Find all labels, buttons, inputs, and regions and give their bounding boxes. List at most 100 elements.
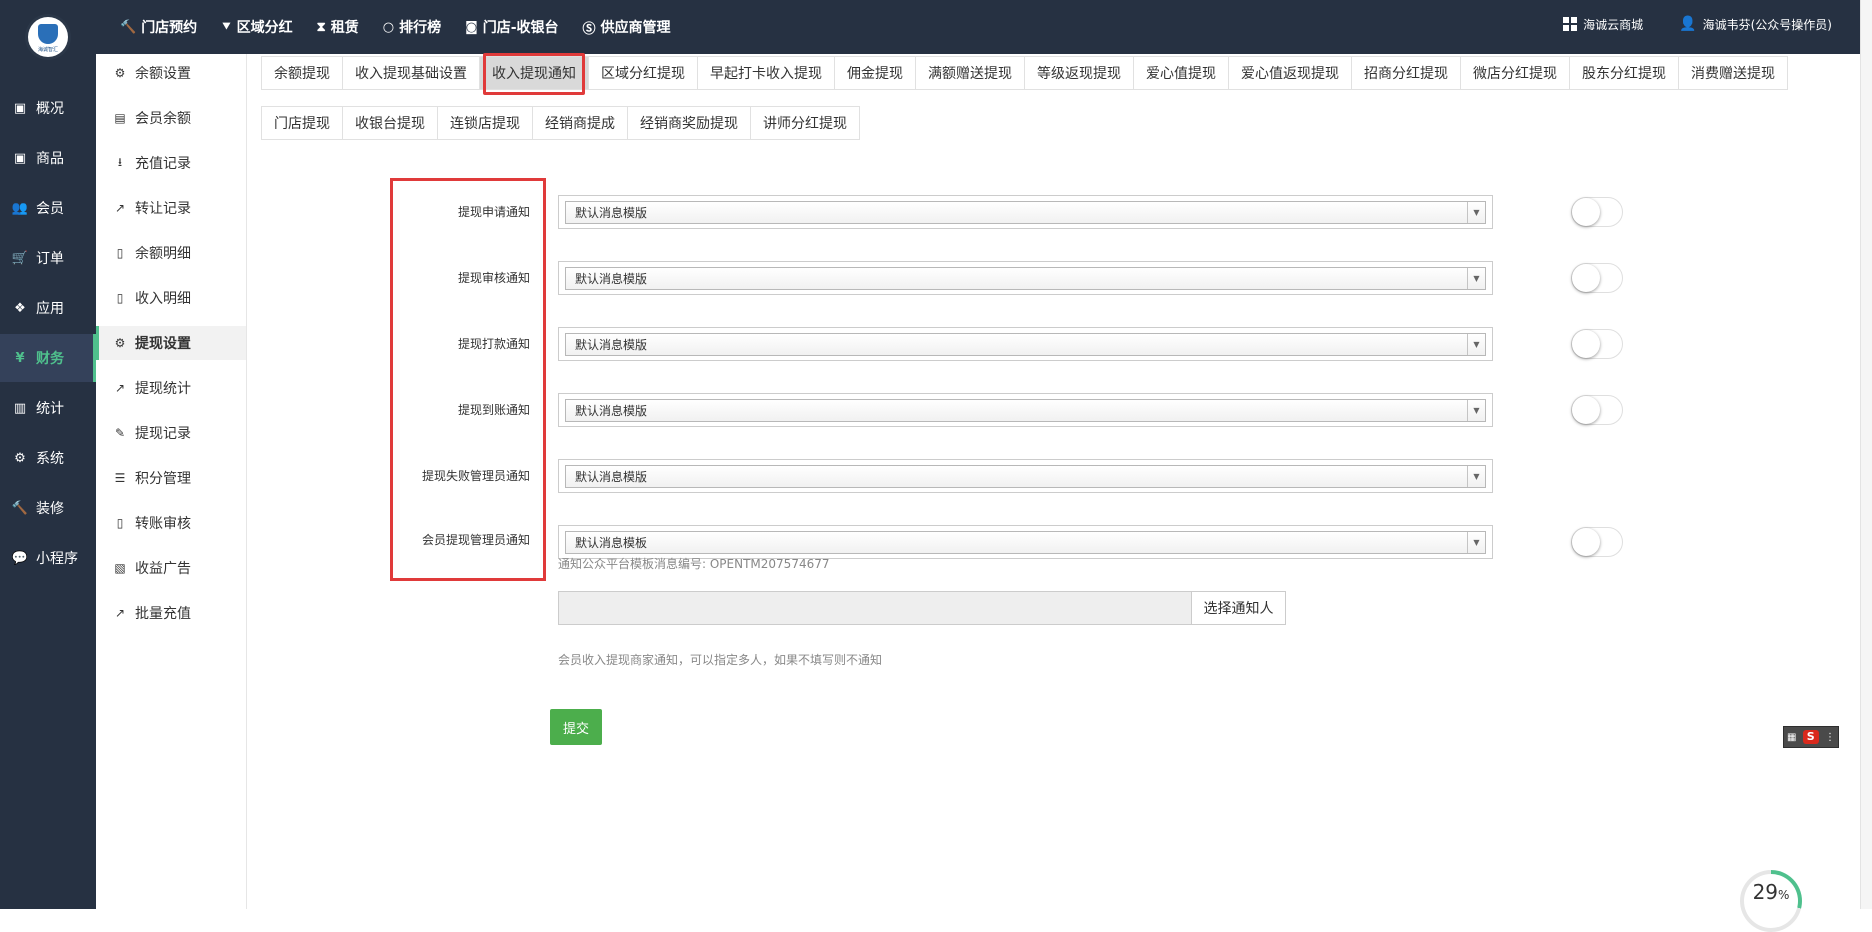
main-nav-label: 财务 bbox=[36, 351, 64, 367]
sub-nav-item[interactable]: ▯ 转账审核 bbox=[96, 506, 246, 540]
sub-nav-item[interactable]: ☰ 积分管理 bbox=[96, 461, 246, 495]
tab-item[interactable]: 早起打卡收入提现 bbox=[697, 56, 834, 90]
sub-nav-item[interactable]: ▧ 收益广告 bbox=[96, 551, 246, 585]
sub-nav-item[interactable]: ↗ 批量充值 bbox=[96, 596, 246, 630]
notifier-input[interactable] bbox=[558, 591, 1192, 625]
main-nav-item[interactable]: ⚙ 系统 bbox=[0, 434, 96, 482]
template-select-value: 默认消息模版 ▼ bbox=[565, 267, 1486, 290]
template-select[interactable]: 默认消息模版 ▼ bbox=[558, 195, 1493, 229]
template-select-value: 默认消息模版 ▼ bbox=[565, 333, 1486, 356]
active-tab-highlight bbox=[483, 53, 585, 95]
chevron-down-icon: ▼ bbox=[1467, 466, 1485, 487]
sub-nav-label: 提现统计 bbox=[135, 381, 191, 397]
user-label: 海诚韦芬(公众号操作员) bbox=[1702, 17, 1832, 32]
top-nav-item[interactable]: ○ 排行榜 bbox=[383, 17, 441, 37]
tab-item[interactable]: 经销商提成 bbox=[532, 106, 627, 140]
sub-nav-item[interactable]: ⚙ 提现设置 bbox=[96, 326, 246, 360]
template-select[interactable]: 默认消息模版 ▼ bbox=[558, 393, 1493, 427]
main-nav-item[interactable]: ▣ 商品 bbox=[0, 134, 96, 182]
gear-icon: ⚙ bbox=[114, 66, 126, 80]
line-chart-icon: ↗ bbox=[114, 606, 126, 620]
main-nav-item[interactable]: ¥ 财务 bbox=[0, 334, 96, 382]
tab-item[interactable]: 爱心值提现 bbox=[1133, 56, 1228, 90]
tab-item[interactable]: 余额提现 bbox=[261, 56, 342, 90]
tab-item[interactable]: 股东分红提现 bbox=[1569, 56, 1678, 90]
main-nav-item[interactable]: 👥 会员 bbox=[0, 184, 96, 232]
main-nav-item[interactable]: 💬 小程序 bbox=[0, 534, 96, 582]
tab-item[interactable]: 消费赠送提现 bbox=[1678, 56, 1788, 90]
main-nav-item[interactable]: ▣ 概况 bbox=[0, 84, 96, 132]
notification-toggle[interactable] bbox=[1571, 527, 1623, 557]
top-nav-label: 门店-收银台 bbox=[482, 20, 559, 36]
tab-item[interactable]: 等级返现提现 bbox=[1024, 56, 1133, 90]
shop-link[interactable]: 海诚云商城 bbox=[1563, 16, 1643, 33]
main-nav-label: 商品 bbox=[36, 151, 64, 167]
template-select-text: 默认消息模版 bbox=[575, 470, 648, 484]
sub-nav-item[interactable]: ↗ 转让记录 bbox=[96, 191, 246, 225]
sub-nav-item[interactable]: ✎ 提现记录 bbox=[96, 416, 246, 450]
select-notifier-button[interactable]: 选择通知人 bbox=[1191, 591, 1286, 625]
template-select[interactable]: 默认消息模板 ▼ bbox=[558, 525, 1493, 559]
database-icon: ☰ bbox=[114, 471, 126, 485]
tab-item[interactable]: 经销商奖励提现 bbox=[627, 106, 750, 140]
notification-toggle[interactable] bbox=[1571, 395, 1623, 425]
tab-item[interactable]: 连锁店提现 bbox=[437, 106, 532, 140]
top-nav-item[interactable]: Ⓢ 供应商管理 bbox=[583, 17, 671, 37]
sub-nav-label: 收入明细 bbox=[135, 291, 191, 307]
page-scrollbar[interactable] bbox=[1860, 0, 1872, 909]
template-select[interactable]: 默认消息模版 ▼ bbox=[558, 261, 1493, 295]
sub-nav-label: 余额明细 bbox=[135, 246, 191, 262]
pencil-icon: ✎ bbox=[114, 426, 126, 440]
tab-item[interactable]: 佣金提现 bbox=[834, 56, 915, 90]
template-select[interactable]: 默认消息模版 ▼ bbox=[558, 327, 1493, 361]
tab-item[interactable]: 满额赠送提现 bbox=[915, 56, 1024, 90]
template-help-text: 通知公众平台模板消息编号: OPENTM207574677 bbox=[558, 557, 830, 571]
main-nav-label: 系统 bbox=[36, 451, 64, 467]
main-nav-item[interactable]: 🔨 装修 bbox=[0, 484, 96, 532]
main-nav-item[interactable]: ▥ 统计 bbox=[0, 384, 96, 432]
logo-text: 海诚智汇 bbox=[37, 47, 58, 53]
top-nav-item[interactable]: ◙ 门店-收银台 bbox=[465, 17, 558, 37]
tab-item[interactable]: 区域分红提现 bbox=[588, 56, 697, 90]
template-select-text: 默认消息模版 bbox=[575, 272, 648, 286]
top-nav: 🔨 门店预约 ⯆ 区域分红 ⧗ 租赁 ○ 排行榜 ◙ 门店-收银台 Ⓢ 供应商管理 bbox=[120, 0, 695, 54]
notification-toggle[interactable] bbox=[1571, 329, 1623, 359]
sub-nav-item[interactable]: ⭳ 充值记录 bbox=[96, 146, 246, 180]
sub-nav-item[interactable]: ▯ 余额明细 bbox=[96, 236, 246, 270]
template-select-value: 默认消息模版 ▼ bbox=[565, 201, 1486, 224]
logo[interactable]: 海诚智汇 bbox=[28, 17, 68, 57]
top-nav-label: 租赁 bbox=[330, 20, 359, 36]
main-nav-item[interactable]: ❖ 应用 bbox=[0, 284, 96, 332]
top-nav-item[interactable]: ⧗ 租赁 bbox=[317, 17, 359, 37]
main-nav-label: 装修 bbox=[36, 501, 64, 517]
notification-toggle[interactable] bbox=[1571, 197, 1623, 227]
template-select-text: 默认消息模版 bbox=[575, 206, 648, 220]
top-right: 海诚云商城 👤 海诚韦芬(公众号操作员) bbox=[1527, 0, 1832, 48]
tab-item[interactable]: 爱心值返现提现 bbox=[1228, 56, 1351, 90]
sub-nav-item[interactable]: ⚙ 余额设置 bbox=[96, 56, 246, 90]
main-nav-item[interactable]: 🛒 订单 bbox=[0, 234, 96, 282]
tab-item[interactable]: 招商分红提现 bbox=[1351, 56, 1460, 90]
tab-item[interactable]: 收入提现基础设置 bbox=[342, 56, 479, 90]
sub-nav-label: 提现设置 bbox=[135, 336, 191, 352]
users-icon: 👥 bbox=[11, 200, 29, 216]
ime-toolbar[interactable]: ▦ S ⋮ bbox=[1783, 726, 1839, 748]
sub-nav-item[interactable]: ▤ 会员余额 bbox=[96, 101, 246, 135]
gear-icon: ⚙ bbox=[114, 336, 126, 350]
notification-toggle[interactable] bbox=[1571, 263, 1623, 293]
user-icon: 👤 bbox=[1679, 16, 1697, 32]
submit-button[interactable]: 提交 bbox=[550, 709, 602, 745]
top-nav-item[interactable]: 🔨 门店预约 bbox=[120, 17, 197, 37]
user-menu[interactable]: 👤 海诚韦芬(公众号操作员) bbox=[1679, 16, 1832, 33]
main-nav-label: 统计 bbox=[36, 401, 64, 417]
top-nav-item[interactable]: ⯆ 区域分红 bbox=[221, 17, 292, 37]
tab-item[interactable]: 讲师分红提现 bbox=[750, 106, 860, 140]
tab-item[interactable]: 门店提现 bbox=[261, 106, 342, 140]
tab-item[interactable]: 收银台提现 bbox=[342, 106, 437, 140]
sub-nav-item[interactable]: ▯ 收入明细 bbox=[96, 281, 246, 315]
sub-nav-item[interactable]: ↗ 提现统计 bbox=[96, 371, 246, 405]
tab-item[interactable]: 微店分红提现 bbox=[1460, 56, 1569, 90]
top-nav-label: 门店预约 bbox=[141, 20, 198, 36]
wechat-icon: 💬 bbox=[11, 550, 29, 566]
template-select[interactable]: 默认消息模版 ▼ bbox=[558, 459, 1493, 493]
